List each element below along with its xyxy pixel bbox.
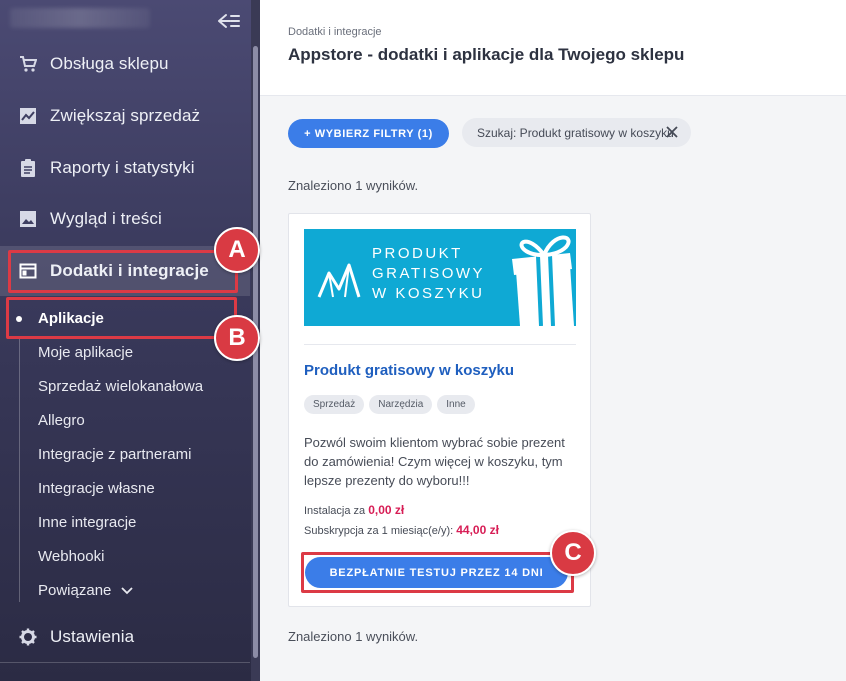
card-divider (304, 344, 576, 345)
clipboard-icon (18, 158, 38, 178)
highlight-box-a (8, 250, 238, 293)
close-icon[interactable] (665, 125, 679, 139)
banner-line: W KOSZYKU (372, 285, 485, 302)
sub-item-own-integrations[interactable]: Integracje własne (38, 480, 155, 497)
sub-item-multichannel[interactable]: Sprzedaż wielokanałowa (38, 378, 203, 395)
gear-icon (18, 627, 38, 647)
nav-item-reports[interactable]: Raporty i statystyki (0, 143, 250, 193)
install-price: Instalacja za 0,00 zł (304, 503, 404, 517)
nav-label: Obsługa sklepu (50, 54, 169, 73)
cart-icon (18, 54, 38, 74)
submenu-line (19, 336, 20, 602)
nav-item-appearance[interactable]: Wygląd i treści (0, 194, 250, 244)
tag[interactable]: Sprzedaż (304, 395, 365, 414)
sub-item-other-integrations[interactable]: Inne integracje (38, 514, 136, 531)
subscription-price: Subskrypcja za 1 miesiąc(e/y): 44,00 zł (304, 523, 499, 537)
app-card: PRODUKT GRATISOWY W KOSZYKU Produkt grat… (288, 213, 591, 607)
banner-text: PRODUKT GRATISOWY W KOSZYKU (372, 244, 485, 304)
banner-line: GRATISOWY (372, 265, 486, 282)
image-icon (18, 209, 38, 229)
chevron-down-icon (121, 586, 134, 594)
collapse-sidebar-icon[interactable] (216, 10, 242, 32)
sub-item-webhooks[interactable]: Webhooki (38, 548, 104, 565)
annotation-badge-c: C (550, 530, 596, 576)
banner-line: PRODUKT (372, 245, 463, 262)
results-count-bottom: Znaleziono 1 wyników. (288, 629, 419, 644)
subscription-price-label: Subskrypcja za 1 miesiąc(e/y): (304, 525, 454, 537)
nav-label: Ustawienia (50, 627, 135, 646)
nav-label: Wygląd i treści (50, 209, 162, 228)
gift-icon (512, 235, 574, 326)
search-chip-label: Szukaj: Produkt gratisowy w koszyku (477, 125, 674, 140)
annotation-badge-a: A (214, 227, 260, 273)
highlight-box-c (301, 552, 574, 593)
nav-item-increase-sales[interactable]: Zwiększaj sprzedaż (0, 91, 250, 141)
install-price-label: Instalacja za (304, 505, 366, 517)
install-price-value: 0,00 zł (368, 503, 405, 517)
subscription-price-value: 44,00 zł (456, 523, 499, 537)
tag[interactable]: Narzędzia (369, 395, 433, 414)
sidebar-divider (0, 662, 250, 663)
annotation-badge-b: B (214, 315, 260, 361)
tag-list: Sprzedaż Narzędzia Inne (304, 395, 475, 414)
page-header: Dodatki i integracje Appstore - dodatki … (260, 0, 846, 96)
app-title-link[interactable]: Produkt gratisowy w koszyku (304, 362, 514, 379)
sub-item-partner-integrations[interactable]: Integracje z partnerami (38, 446, 191, 463)
sub-item-allegro[interactable]: Allegro (38, 412, 85, 429)
nav-item-shop-service[interactable]: Obsługa sklepu (0, 39, 250, 89)
sub-item-related[interactable]: Powiązane (38, 582, 134, 599)
app-description: Pozwól swoim klientom wybrać sobie preze… (304, 435, 565, 488)
page-title: Appstore - dodatki i aplikacje dla Twoje… (288, 45, 685, 64)
sub-item-label: Powiązane (38, 582, 112, 599)
app-logo-icon (317, 263, 361, 298)
search-filter-chip[interactable]: Szukaj: Produkt gratisowy w koszyku (462, 118, 691, 147)
store-logo[interactable] (10, 8, 150, 28)
breadcrumb[interactable]: Dodatki i integracje (288, 26, 382, 38)
nav-item-settings[interactable]: Ustawienia (0, 612, 250, 662)
sub-item-my-apps[interactable]: Moje aplikacje (38, 344, 133, 361)
chart-icon (18, 106, 38, 126)
highlight-box-b (6, 297, 237, 339)
app-banner[interactable]: PRODUKT GRATISOWY W KOSZYKU (304, 229, 576, 326)
nav-label: Zwiększaj sprzedaż (50, 106, 201, 125)
results-count: Znaleziono 1 wyników. (288, 178, 419, 193)
nav-label: Raporty i statystyki (50, 158, 195, 177)
choose-filters-button[interactable]: + WYBIERZ FILTRY (1) (288, 119, 449, 148)
tag[interactable]: Inne (437, 395, 475, 414)
